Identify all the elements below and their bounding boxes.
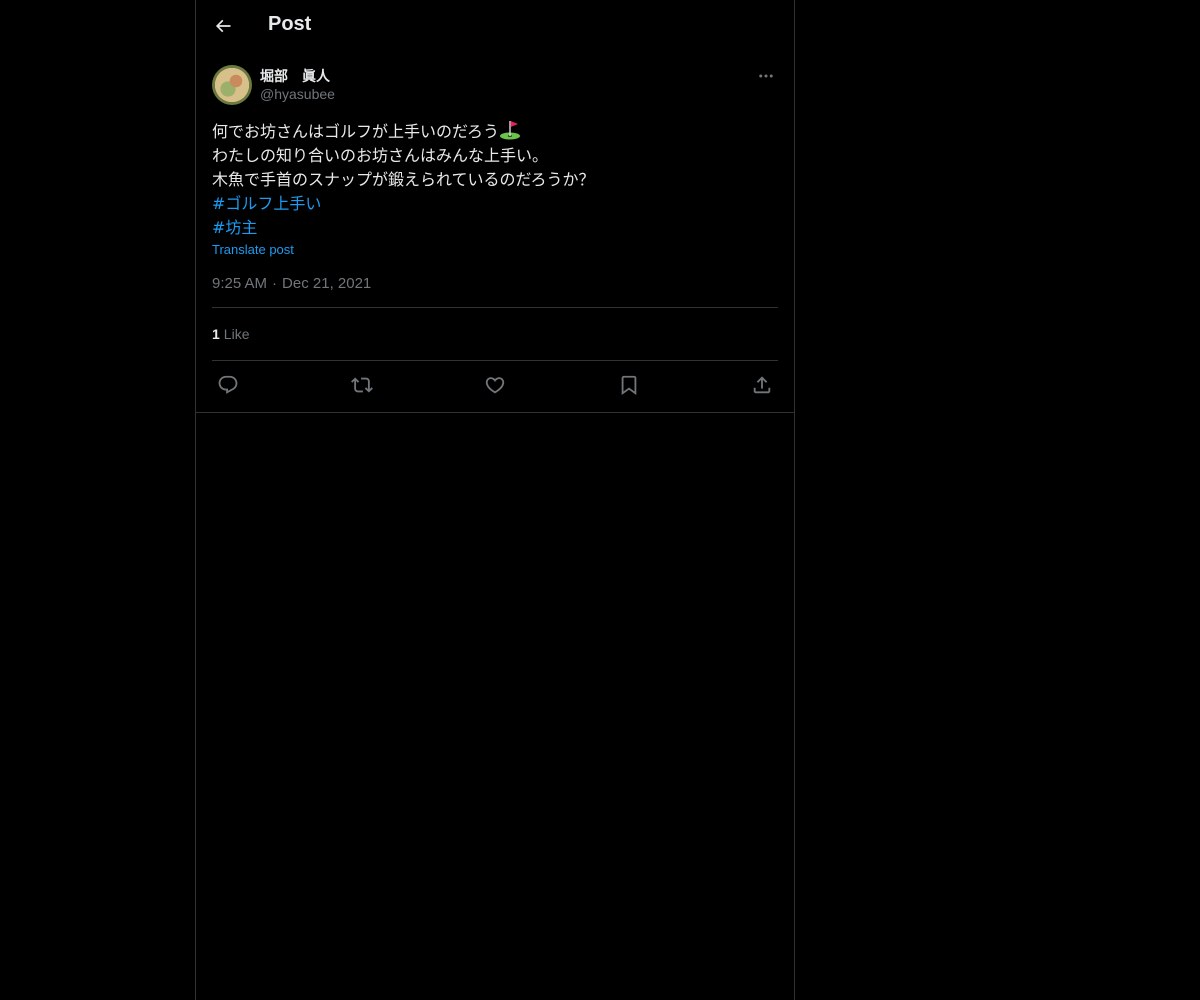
post-timestamp[interactable]: 9:25 AM · Dec 21, 2021 — [212, 275, 778, 292]
back-arrow-icon — [215, 19, 231, 33]
post-line: 木魚で手首のスナップが鍛えられているのだろうか？ — [212, 170, 595, 189]
reply-icon — [218, 375, 238, 394]
likes-stat[interactable]: 1 Like — [212, 308, 778, 360]
author-display-name[interactable]: 堀部 眞人 — [260, 66, 330, 86]
hashtag-link[interactable]: #ゴルフ上手い — [212, 192, 778, 216]
post-time: 9:25 AM — [212, 275, 268, 292]
post-date: Dec 21, 2021 — [282, 275, 372, 292]
post-text: 何でお坊さんはゴルフが上手いのだろう わたしの知り合いのお坊さんはみんな上手い。… — [212, 120, 778, 240]
separator: · — [272, 275, 278, 292]
top-bar: Post — [196, 0, 794, 53]
post: 堀部 眞人 @hyasubee 何でお坊さんはゴルフが上手いのだろう わたしの知… — [212, 64, 778, 408]
post-line: わたしの知り合いのお坊さんはみんな上手い。 — [212, 146, 549, 165]
repost-button[interactable] — [350, 373, 374, 397]
avatar[interactable] — [212, 65, 252, 105]
post-line: 何でお坊さんはゴルフが上手いのだろう — [212, 120, 778, 144]
action-bar — [212, 361, 778, 408]
share-button[interactable] — [750, 373, 774, 397]
more-options-button[interactable] — [754, 64, 778, 88]
post-bottom-border — [196, 412, 794, 413]
page-title: Post — [268, 13, 312, 35]
like-button[interactable] — [483, 373, 507, 397]
like-icon — [485, 376, 505, 393]
main-column: Post 堀部 眞人 @hyasubee 何でお坊さんはゴルフが上手いのだろう — [195, 0, 795, 1000]
golf-flag-icon — [500, 121, 521, 140]
repost-icon — [350, 377, 373, 392]
hashtag-link[interactable]: #坊主 — [212, 216, 778, 240]
post-header: 堀部 眞人 @hyasubee — [212, 64, 778, 108]
back-button[interactable] — [207, 10, 239, 42]
share-icon — [753, 375, 771, 393]
translate-post-link[interactable]: Translate post — [212, 242, 778, 257]
reply-button[interactable] — [216, 373, 240, 397]
likes-count: 1 — [212, 326, 220, 342]
likes-label: Like — [223, 326, 250, 342]
more-icon — [759, 74, 773, 78]
bookmark-icon — [621, 375, 636, 395]
author-handle[interactable]: @hyasubee — [260, 86, 335, 102]
bookmark-button[interactable] — [617, 373, 641, 397]
